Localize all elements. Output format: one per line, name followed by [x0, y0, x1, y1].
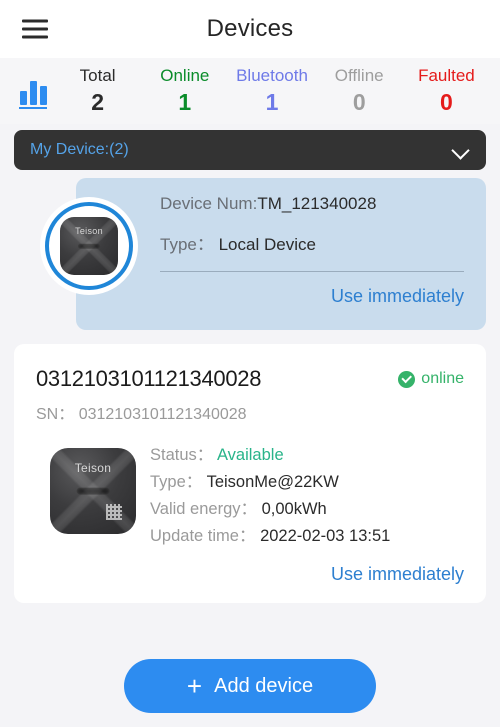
stat-offline[interactable]: Offline 0 [316, 65, 403, 117]
hamburger-menu-icon[interactable] [22, 19, 48, 39]
stat-bluetooth[interactable]: Bluetooth 1 [228, 65, 315, 117]
local-device-card[interactable]: Device Num:TM_121340028 Type： Local Devi… [76, 178, 486, 330]
device-use-immediately-link[interactable]: Use immediately [36, 564, 464, 585]
info-label: Valid energy： [150, 500, 258, 518]
info-label: Status： [150, 446, 214, 464]
local-device-section: Teison Device Num:TM_121340028 Type： Loc… [0, 178, 500, 330]
device-card-header: 0312103101121340028 online [36, 366, 464, 392]
device-card[interactable]: 0312103101121340028 online SN： 031210310… [14, 344, 486, 603]
device-sn-value: 0312103101121340028 [78, 406, 247, 423]
plus-icon: + [186, 671, 203, 701]
stat-label: Online [160, 66, 210, 85]
status-badge: online [398, 366, 464, 388]
chart-bar [19, 91, 27, 105]
device-info-list: Status： Available Type： TeisonMe@22KW Va… [150, 442, 464, 550]
info-label: Type： [150, 473, 203, 491]
device-group-dropdown[interactable]: My Device:(2) [14, 130, 486, 170]
hamburger-line [22, 27, 48, 31]
info-value: Available [216, 446, 284, 464]
device-info-type: Type： TeisonMe@22KW [150, 469, 464, 496]
qr-code-icon [106, 504, 123, 521]
device-card-title: 0312103101121340028 [36, 366, 262, 391]
device-sn-label: SN： [36, 406, 75, 423]
stat-label: Offline [334, 66, 384, 85]
stat-label: Total [79, 66, 116, 85]
charger-brand-label: Teison [75, 226, 103, 237]
local-device-num-row: Device Num:TM_121340028 [160, 194, 464, 214]
chevron-down-icon[interactable] [452, 141, 470, 159]
stat-value: 0 [352, 89, 366, 116]
charger-slot [76, 487, 110, 495]
chart-bar [29, 81, 37, 105]
status-badge-text: online [421, 370, 464, 387]
hamburger-line [22, 19, 48, 23]
devices-screen: Devices Total 2 Online 1 Bluetooth 1 Off… [0, 0, 500, 727]
chart-bar [39, 86, 47, 105]
card-divider [160, 271, 464, 272]
add-device-label: Add device [214, 674, 314, 697]
device-card-body: Teison Status： Available Type： TeisonMe@… [36, 442, 464, 550]
info-label: Update time： [150, 527, 256, 545]
page-title: Devices [206, 15, 294, 42]
add-device-button[interactable]: + Add device [124, 659, 376, 713]
device-image-column: Teison [36, 442, 150, 550]
stat-value: 1 [265, 89, 279, 116]
chart-baseline [19, 107, 47, 109]
add-device-section: + Add device [0, 659, 500, 713]
app-header: Devices [0, 0, 500, 58]
device-info-update-time: Update time： 2022-02-03 13:51 [150, 523, 464, 550]
stat-online[interactable]: Online 1 [141, 65, 228, 117]
stat-value: 2 [91, 89, 104, 116]
local-device-type-label: Type： [160, 235, 214, 254]
local-device-type-value: Local Device [218, 235, 316, 254]
local-device-type-row: Type： Local Device [160, 230, 464, 255]
local-device-num-label: Device Num: [160, 194, 258, 213]
stat-value: 0 [440, 89, 453, 116]
charger-brand-label: Teison [74, 460, 112, 475]
teison-charger-icon: Teison [60, 217, 118, 275]
stat-faulted[interactable]: Faulted 0 [403, 65, 490, 117]
bar-chart-icon [12, 71, 54, 111]
info-value: 0,00kWh [261, 500, 327, 518]
device-info-status: Status： Available [150, 442, 464, 469]
hamburger-line [22, 35, 48, 39]
device-info-valid-energy: Valid energy： 0,00kWh [150, 496, 464, 523]
check-circle-icon [398, 370, 416, 388]
device-stats-bar: Total 2 Online 1 Bluetooth 1 Offline 0 F… [0, 58, 500, 124]
local-device-avatar[interactable]: Teison [45, 202, 133, 290]
stat-value: 1 [178, 89, 192, 116]
local-use-immediately-link[interactable]: Use immediately [160, 286, 464, 307]
stat-label: Bluetooth [236, 66, 308, 85]
charger-slot [77, 243, 101, 249]
device-group-label: My Device:(2) [30, 141, 129, 158]
info-value: 2022-02-03 13:51 [260, 527, 391, 545]
stat-label: Faulted [418, 66, 475, 85]
local-device-num-value: TM_121340028 [257, 194, 377, 213]
info-value: TeisonMe@22KW [206, 473, 339, 491]
device-sn-row: SN： 0312103101121340028 [36, 400, 464, 424]
teison-charger-icon: Teison [50, 448, 136, 534]
chart-bars [19, 81, 47, 105]
stat-total[interactable]: Total 2 [54, 65, 141, 117]
